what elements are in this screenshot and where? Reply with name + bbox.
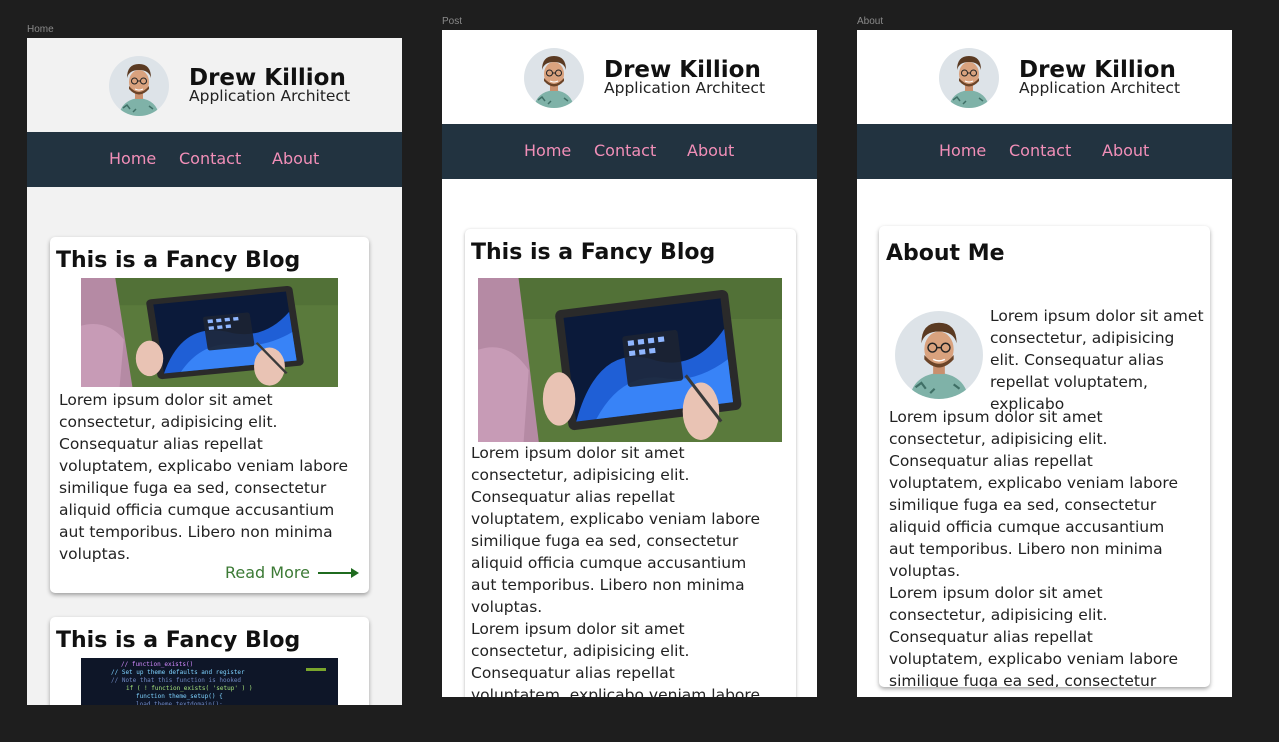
frame-label-home: Home — [27, 24, 54, 35]
post-image — [478, 278, 782, 442]
site-header: Drew Killion Application Architect — [27, 38, 402, 132]
blog-card-2-image — [81, 658, 338, 705]
post-frame: Drew Killion Application Architect Home … — [442, 30, 817, 697]
about-title: About Me — [886, 241, 1005, 266]
main-nav: Home Contact About — [857, 124, 1232, 179]
blog-card[interactable]: This is a Fancy Blog Lorem ipsum dolor s… — [50, 237, 369, 593]
about-intro-text: Lorem ipsum dolor sit amet consectetur, … — [990, 307, 1204, 413]
site-role: Application Architect — [604, 79, 766, 97]
nav-contact-link[interactable]: Contact — [594, 143, 656, 159]
about-avatar — [895, 311, 983, 399]
about-card: About Me Lorem ipsum dolor sit amet cons… — [879, 226, 1210, 687]
frame-label-post: Post — [442, 16, 463, 27]
blog-card-image — [81, 278, 338, 387]
read-more-link[interactable]: Read More — [225, 565, 310, 581]
blog-excerpt-text: Lorem ipsum dolor sit amet consectetur, … — [59, 391, 348, 563]
about-intro: Lorem ipsum dolor sit amet consectetur, … — [990, 305, 1205, 415]
blog-card-title[interactable]: This is a Fancy Blog — [56, 250, 300, 272]
about-paragraph-1: Lorem ipsum dolor sit amet consectetur, … — [889, 408, 1178, 580]
post-paragraph-1: Lorem ipsum dolor sit amet consectetur, … — [471, 444, 760, 616]
site-header: Drew Killion Application Architect — [857, 30, 1232, 124]
nav-home-link[interactable]: Home — [939, 143, 986, 159]
post-body: Lorem ipsum dolor sit amet consectetur, … — [471, 442, 771, 697]
about-frame: Drew Killion Application Architect Home … — [857, 30, 1232, 697]
nav-home-link[interactable]: Home — [109, 151, 156, 167]
home-frame: Drew Killion Application Architect Home … — [27, 38, 402, 705]
blog-card-2-title[interactable]: This is a Fancy Blog — [56, 630, 300, 652]
nav-about-link[interactable]: About — [687, 143, 734, 159]
blog-card-2[interactable]: This is a Fancy Blog — [50, 617, 369, 705]
arrow-right-icon[interactable] — [318, 567, 360, 579]
nav-home-link[interactable]: Home — [524, 143, 571, 159]
avatar — [524, 48, 584, 108]
main-nav: Home Contact About — [27, 132, 402, 187]
site-role: Application Architect — [189, 87, 351, 105]
main-nav: Home Contact About — [442, 124, 817, 179]
post-title: This is a Fancy Blog — [471, 240, 716, 265]
nav-about-link[interactable]: About — [1102, 143, 1149, 159]
site-header: Drew Killion Application Architect — [442, 30, 817, 124]
frame-label-about: About — [857, 16, 884, 27]
site-role: Application Architect — [1019, 79, 1181, 97]
post-paragraph-2: Lorem ipsum dolor sit amet consectetur, … — [471, 620, 760, 697]
nav-contact-link[interactable]: Contact — [179, 151, 241, 167]
about-paragraph-2: Lorem ipsum dolor sit amet consectetur, … — [889, 584, 1178, 687]
avatar — [939, 48, 999, 108]
avatar — [109, 56, 169, 116]
nav-about-link[interactable]: About — [272, 151, 319, 167]
post-card: This is a Fancy Blog Lorem ipsum dolor s… — [465, 229, 796, 697]
about-body: Lorem ipsum dolor sit amet consectetur, … — [889, 406, 1189, 687]
nav-contact-link[interactable]: Contact — [1009, 143, 1071, 159]
blog-card-excerpt: Lorem ipsum dolor sit amet consectetur, … — [59, 389, 359, 565]
